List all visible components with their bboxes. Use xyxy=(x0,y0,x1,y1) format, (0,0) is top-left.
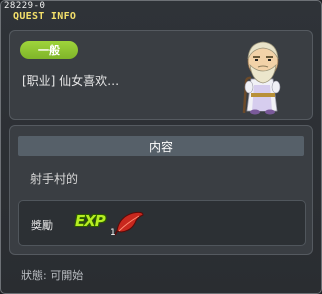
quest-content-panel: 内容 射手村的 獎勵 EXP 1 xyxy=(9,125,313,255)
red-feather-icon[interactable] xyxy=(113,207,145,237)
reward-label: 獎勵 xyxy=(31,219,53,232)
quest-id: 28229-0 xyxy=(4,1,46,11)
quest-description: 射手村的 xyxy=(30,172,79,186)
quest-status: 狀態: 可開始 xyxy=(21,269,84,282)
reward-box: 獎勵 EXP 1 xyxy=(18,200,306,246)
category-badge: 一般 xyxy=(20,41,78,59)
quest-info-window: 28229-0 QUEST INFO 一般 [职业] 仙女喜欢… 内容 射手村的… xyxy=(0,0,322,294)
npc-portrait-icon xyxy=(242,41,281,115)
quest-name: [职业] 仙女喜欢… xyxy=(22,74,120,88)
quest-summary-panel: 一般 [职业] 仙女喜欢… xyxy=(9,30,313,120)
content-header: 内容 xyxy=(18,136,304,156)
window-title: QUEST INFO xyxy=(13,11,77,22)
item-count: 1 xyxy=(110,228,116,238)
exp-icon: EXP xyxy=(75,212,106,230)
